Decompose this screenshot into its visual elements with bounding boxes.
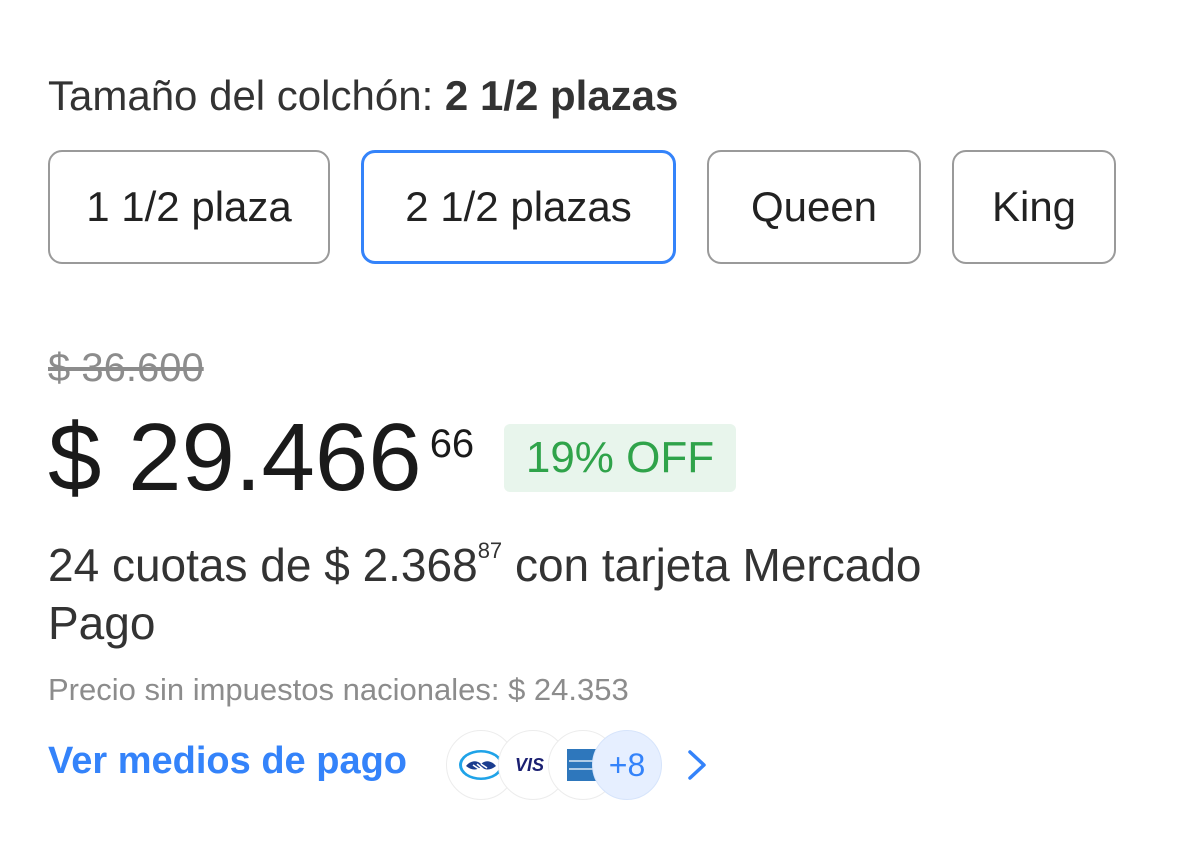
variant-selector-label: Tamaño del colchón: 2 1/2 plazas	[48, 72, 678, 120]
current-price-amount: $ 29.466	[48, 404, 422, 511]
installments-info: 24 cuotas de $ 2.36887 con tarjeta Merca…	[48, 536, 948, 652]
product-price-section: Tamaño del colchón: 2 1/2 plazas 1 1/2 p…	[0, 0, 1200, 862]
payment-methods-link[interactable]: Ver medios de pago	[48, 740, 407, 783]
current-price: $ 29.466 66	[48, 406, 474, 516]
original-price: $ 36.600	[48, 346, 204, 390]
more-payment-methods-badge: +8	[592, 730, 662, 800]
variant-label-text: Tamaño del colchón:	[48, 72, 434, 119]
installments-cents: 87	[477, 538, 503, 563]
current-price-cents: 66	[429, 422, 475, 466]
variant-option-queen[interactable]: Queen	[707, 150, 921, 264]
variant-option-king[interactable]: King	[952, 150, 1116, 264]
payment-methods-icons[interactable]: VIS +8	[446, 730, 666, 802]
variant-option-2-1-2-plazas[interactable]: 2 1/2 plazas	[361, 150, 676, 264]
svg-text:VIS: VIS	[515, 755, 544, 775]
discount-badge: 19% OFF	[504, 424, 736, 492]
installments-prefix: 24 cuotas de	[48, 539, 325, 591]
variant-selected-value: 2 1/2 plazas	[444, 72, 679, 119]
price-without-taxes: Precio sin impuestos nacionales: $ 24.35…	[48, 672, 629, 707]
variant-option-1-1-2-plaza[interactable]: 1 1/2 plaza	[48, 150, 330, 264]
installments-amount: $ 2.368	[324, 539, 478, 591]
cropped-previous-text	[48, 0, 328, 8]
chevron-right-icon[interactable]	[684, 748, 710, 782]
